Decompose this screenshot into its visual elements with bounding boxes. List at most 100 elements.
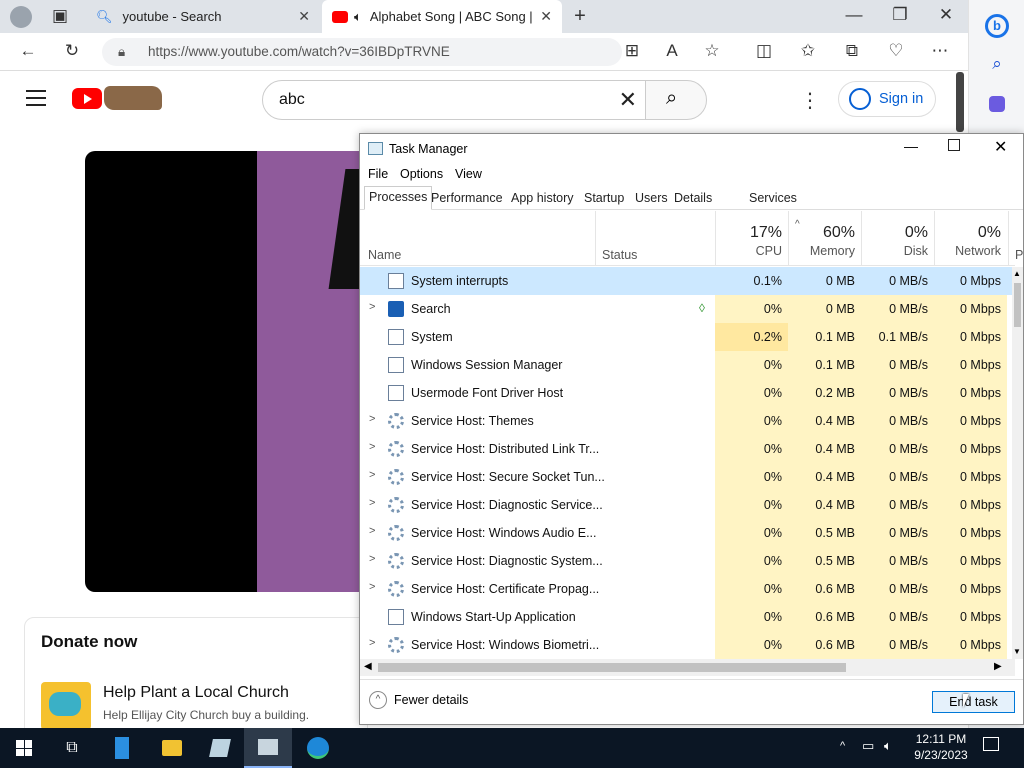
tab-alphabet-song[interactable]: 🔈︎ Alphabet Song | ABC Song | ✕: [322, 0, 562, 33]
back-icon[interactable]: ←: [16, 41, 40, 61]
process-row[interactable]: > Service Host: Diagnostic System... 0% 0.5…: [360, 547, 1012, 575]
more-menu-icon[interactable]: ⋯: [928, 41, 952, 61]
column-status-cell[interactable]: Status: [595, 211, 715, 266]
restore-icon[interactable]: ❐: [888, 5, 912, 25]
donate-item-title[interactable]: Help Plant a Local Church: [103, 684, 289, 702]
lock-icon[interactable]: 🔒︎: [118, 38, 125, 66]
process-row[interactable]: > Search ◊ 0% 0 MB 0 MB/s 0 Mbps: [360, 295, 1012, 323]
chevron-up-icon[interactable]: ^: [369, 691, 387, 709]
process-row[interactable]: > Service Host: Certificate Propag... 0% 0.…: [360, 575, 1012, 603]
search-icon[interactable]: ⌕: [985, 54, 1009, 74]
file-explorer-blue-icon[interactable]: [98, 728, 146, 768]
menu-file[interactable]: File: [368, 167, 388, 181]
end-task-button[interactable]: End task: [932, 691, 1015, 713]
process-row[interactable]: > Service Host: Secure Socket Tun... 0% 0.4…: [360, 463, 1012, 491]
chevron-right-icon[interactable]: >: [369, 553, 375, 565]
close-tab-icon[interactable]: ✕: [298, 8, 310, 25]
doodle-logo[interactable]: [104, 86, 162, 110]
chevron-right-icon[interactable]: >: [369, 525, 375, 537]
folder-icon[interactable]: [148, 728, 196, 768]
maximize-icon[interactable]: [948, 139, 960, 151]
task-view-icon[interactable]: ⧉: [48, 728, 96, 768]
scroll-thumb[interactable]: [1014, 283, 1021, 327]
chevron-right-icon[interactable]: >: [369, 441, 375, 453]
close-icon[interactable]: ✕: [994, 137, 1007, 157]
youtube-logo[interactable]: [72, 88, 102, 109]
task-manager-taskbar-icon[interactable]: [244, 728, 292, 768]
video-player[interactable]: [85, 151, 385, 592]
chevron-right-icon[interactable]: >: [369, 413, 375, 425]
clock[interactable]: 12:11 PM 9/23/2023: [906, 731, 976, 763]
notepad-icon[interactable]: [196, 728, 244, 768]
new-tab-icon[interactable]: +: [568, 5, 592, 28]
chevron-right-icon[interactable]: >: [369, 469, 375, 481]
task-manager-titlebar[interactable]: Task Manager — ✕: [360, 134, 1023, 164]
sign-in-button[interactable]: Sign in: [838, 81, 936, 117]
chevron-right-icon[interactable]: >: [369, 637, 375, 649]
scroll-right-icon[interactable]: ▶: [994, 661, 1002, 672]
volume-icon[interactable]: 🔈︎: [884, 738, 892, 754]
process-row[interactable]: > Service Host: Themes 0% 0.4 MB 0 MB/s 0 Mbp…: [360, 407, 1012, 435]
process-row[interactable]: Windows Start-Up Application 0% 0.6 MB 0 MB…: [360, 603, 1012, 631]
split-screen-icon[interactable]: ◫: [752, 41, 776, 61]
menu-options[interactable]: Options: [400, 167, 443, 181]
process-row[interactable]: Windows Session Manager 0% 0.1 MB 0 MB/s 0 M…: [360, 351, 1012, 379]
chevron-right-icon[interactable]: >: [369, 497, 375, 509]
chevron-up-icon[interactable]: ^: [840, 740, 845, 752]
column-cpu[interactable]: 17% CPU: [715, 211, 788, 266]
favorite-star-icon[interactable]: ☆: [700, 41, 724, 61]
speaker-icon[interactable]: 🔈︎: [354, 9, 362, 25]
column-name[interactable]: Name: [368, 248, 401, 262]
process-row[interactable]: System 0.2% 0.1 MB 0.1 MB/s 0 Mbps: [360, 323, 1012, 351]
process-row[interactable]: > Service Host: Windows Audio E... 0% 0.5 M…: [360, 519, 1012, 547]
clear-search-icon[interactable]: ✕: [619, 81, 637, 119]
close-window-icon[interactable]: ✕: [934, 5, 958, 25]
process-row[interactable]: > Service Host: Windows Biometri... 0% 0.6 …: [360, 631, 1012, 659]
process-row[interactable]: System interrupts 0.1% 0 MB 0 MB/s 0 Mbps: [360, 267, 1012, 295]
process-row[interactable]: Usermode Font Driver Host 0% 0.2 MB 0 MB/s 0…: [360, 379, 1012, 407]
menu-view[interactable]: View: [455, 167, 482, 181]
column-memory[interactable]: ^ 60% Memory: [788, 211, 861, 266]
notification-icon[interactable]: [983, 737, 999, 751]
vertical-scrollbar[interactable]: ▲ ▼: [1012, 267, 1023, 659]
tab-users[interactable]: Users: [631, 188, 672, 210]
read-aloud-icon[interactable]: A: [660, 41, 684, 61]
minimize-icon[interactable]: —: [904, 138, 918, 154]
column-power-cell[interactable]: P: [1008, 211, 1023, 266]
close-tab-icon[interactable]: ✕: [540, 8, 552, 25]
favorites-icon[interactable]: ✩: [796, 41, 820, 61]
start-button[interactable]: [0, 728, 48, 768]
edge-icon[interactable]: [294, 728, 342, 768]
tab-performance[interactable]: Performance: [427, 188, 507, 210]
column-network[interactable]: 0% Network: [934, 211, 1007, 266]
tab-processes[interactable]: Processes: [364, 186, 433, 210]
hscroll-thumb[interactable]: [378, 663, 846, 672]
process-row[interactable]: > Service Host: Diagnostic Service... 0% 0.…: [360, 491, 1012, 519]
tab-startup[interactable]: Startup: [580, 188, 628, 210]
scroll-up-icon[interactable]: ▲: [1013, 269, 1021, 278]
youtube-search-input[interactable]: abc ✕: [262, 80, 646, 120]
profile-avatar[interactable]: [10, 6, 32, 28]
hamburger-menu-icon[interactable]: [26, 90, 46, 106]
address-field[interactable]: 🔒︎ https://www.youtube.com/watch?v=36IBD…: [102, 38, 622, 66]
tab-services[interactable]: Services: [745, 188, 801, 210]
youtube-search-button[interactable]: ⌕: [645, 80, 707, 120]
scroll-left-icon[interactable]: ◀: [364, 661, 372, 672]
tab-details[interactable]: Details: [670, 188, 716, 210]
performance-icon[interactable]: ♡: [884, 41, 908, 61]
page-scrollbar[interactable]: [956, 72, 964, 132]
chevron-right-icon[interactable]: >: [369, 301, 375, 313]
bing-icon[interactable]: b: [985, 14, 1009, 38]
tab-app-history[interactable]: App history: [507, 188, 578, 210]
minimize-icon[interactable]: —: [842, 5, 866, 25]
settings-more-icon[interactable]: ⋮: [800, 88, 820, 113]
fewer-details-link[interactable]: Fewer details: [394, 693, 468, 707]
column-disk[interactable]: 0% Disk: [861, 211, 934, 266]
tab-actions-icon[interactable]: ▣: [48, 6, 72, 26]
scroll-down-icon[interactable]: ▼: [1013, 647, 1021, 656]
apps-icon[interactable]: ⊞: [620, 41, 644, 61]
tab-youtube-search[interactable]: 🔍︎ youtube - Search ✕: [84, 0, 320, 33]
chevron-right-icon[interactable]: >: [369, 581, 375, 593]
refresh-icon[interactable]: ↻: [60, 41, 84, 61]
horizontal-scrollbar[interactable]: ◀ ▶: [360, 659, 1015, 676]
